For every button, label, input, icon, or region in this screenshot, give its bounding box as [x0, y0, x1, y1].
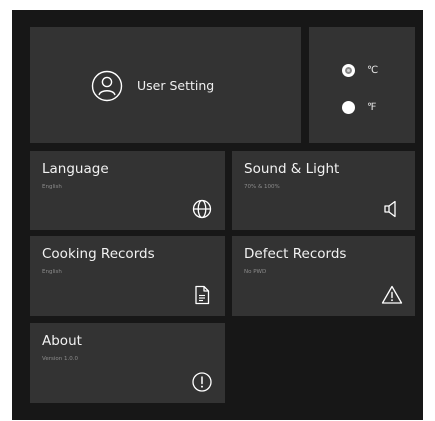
cooking-records-tile[interactable]: Cooking Records English [30, 236, 225, 316]
user-icon [91, 70, 123, 102]
info-icon [191, 371, 213, 393]
celsius-radio[interactable] [342, 63, 355, 77]
sound-light-subtitle: 70% & 100% [244, 184, 280, 190]
defect-records-title: Defect Records [244, 246, 347, 262]
user-setting-tile[interactable]: User Setting [30, 27, 301, 143]
defect-records-subtitle: No PWD [244, 269, 267, 275]
fahrenheit-option[interactable]: ℉ [342, 100, 377, 114]
celsius-option[interactable]: ℃ [342, 63, 378, 77]
celsius-label: ℃ [367, 64, 379, 76]
language-tile[interactable]: Language English [30, 151, 225, 230]
about-title: About [42, 333, 82, 349]
temperature-unit-tile: ℃ ℉ [309, 27, 415, 143]
user-setting-label: User Setting [137, 78, 215, 93]
language-title: Language [42, 161, 109, 177]
sound-light-tile[interactable]: Sound & Light 70% & 100% [232, 151, 415, 230]
cooking-records-title: Cooking Records [42, 246, 155, 262]
sound-light-title: Sound & Light [244, 161, 340, 177]
fahrenheit-radio[interactable] [342, 100, 355, 114]
cooking-records-subtitle: English [42, 269, 62, 275]
about-tile[interactable]: About Version 1.0.0 [30, 323, 225, 403]
language-subtitle: English [42, 184, 62, 190]
defect-records-tile[interactable]: Defect Records No PWD [232, 236, 415, 316]
settings-screen: User Setting ℃ ℉ Language English Sound … [12, 10, 423, 420]
document-icon [191, 284, 213, 306]
speaker-icon [381, 198, 403, 220]
about-subtitle: Version 1.0.0 [42, 356, 78, 362]
globe-icon [191, 198, 213, 220]
warning-icon [381, 284, 403, 306]
fahrenheit-label: ℉ [367, 101, 377, 113]
